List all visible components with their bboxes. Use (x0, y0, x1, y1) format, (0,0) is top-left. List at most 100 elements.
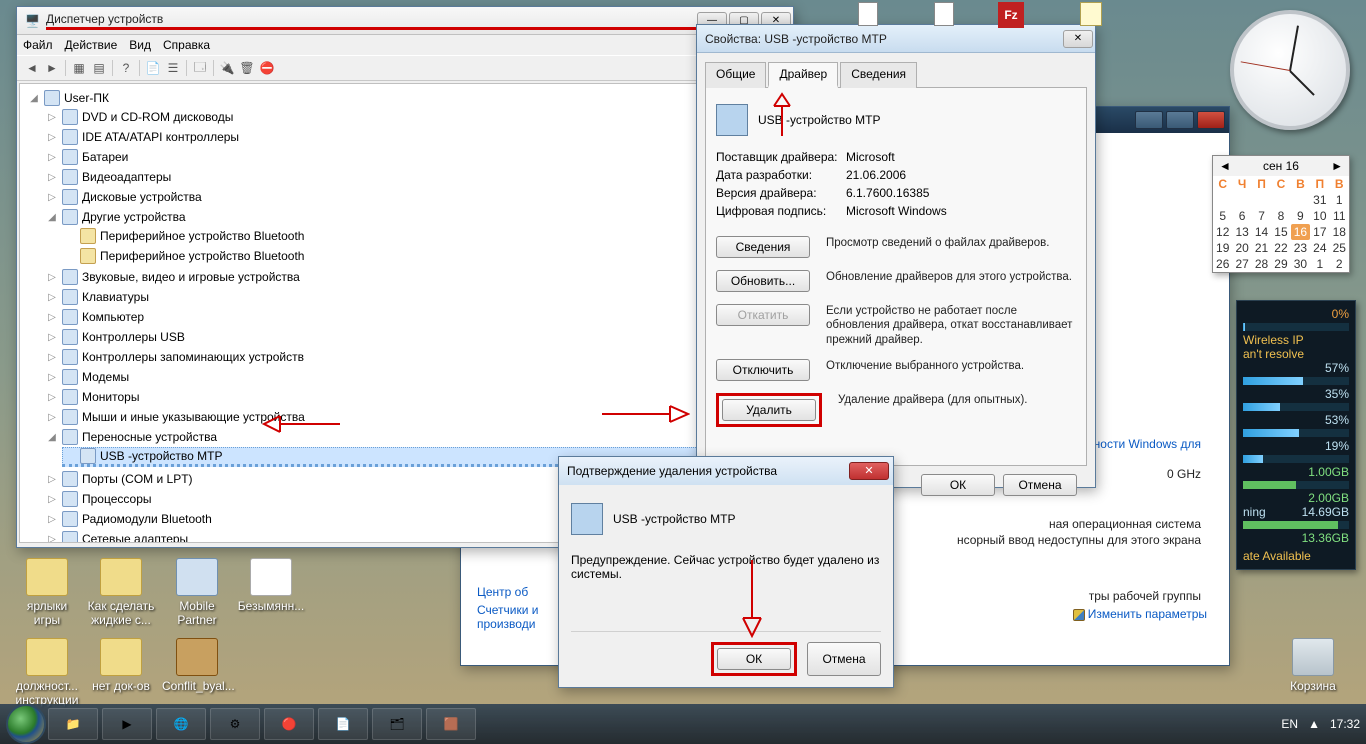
tray-flag[interactable]: ▲ (1308, 717, 1320, 731)
task-app5[interactable]: 🟫 (426, 708, 476, 740)
clock-gadget[interactable] (1230, 10, 1350, 130)
task-app2[interactable]: 🔴 (264, 708, 314, 740)
tree-item[interactable]: ▷Контроллеры USB (44, 328, 786, 346)
tree-item[interactable]: ▷Модемы (44, 368, 786, 386)
tree-item[interactable]: ▷DVD и CD-ROM дисководы (44, 108, 786, 126)
close-button[interactable]: ✕ (849, 462, 889, 480)
tree-item[interactable]: ▷Компьютер (44, 308, 786, 326)
back-icon[interactable]: ◄ (23, 59, 41, 77)
device-category-icon (62, 289, 78, 305)
update-available: ate Available (1243, 549, 1349, 563)
tree-item[interactable]: ◢Другие устройства (44, 208, 786, 226)
driver-details-button[interactable]: Сведения (716, 236, 810, 258)
desktop-file-icon[interactable] (858, 2, 878, 26)
cancel-button[interactable]: Отмена (1003, 474, 1077, 496)
disable-button[interactable]: Отключить (716, 359, 810, 381)
close-button[interactable] (1197, 111, 1225, 129)
device-icon (571, 503, 603, 535)
tree-item[interactable]: ▷Мониторы (44, 388, 786, 406)
device-icon (80, 448, 96, 464)
tab-general[interactable]: Общие (705, 62, 766, 88)
desktop-icon-nodocs[interactable]: нет док-ов (86, 638, 156, 693)
change-settings-link[interactable]: Изменить параметры (1073, 607, 1207, 621)
confirm-cancel-button[interactable]: Отмена (807, 642, 881, 676)
tree-item[interactable]: ◢Переносные устройства (44, 428, 786, 446)
devmgr-titlebar[interactable]: 🖥️ Диспетчер устройств — ▢ ✕ (17, 7, 793, 35)
desktop-icon-games[interactable]: ярлыки игры (12, 558, 82, 627)
rollback-desc: Если устройство не работает после обновл… (826, 304, 1076, 347)
tree-item[interactable]: ▷Батареи (44, 148, 786, 166)
device-category-icon (62, 209, 78, 225)
view-icon[interactable]: ▤ (90, 59, 108, 77)
update-center-link[interactable]: Центр об (477, 585, 528, 599)
tab-driver[interactable]: Драйвер (768, 62, 838, 88)
tree-item[interactable]: ▷Звуковые, видео и игровые устройства (44, 268, 786, 286)
scan-icon[interactable]: 🗔 (191, 59, 209, 77)
disable-icon[interactable]: ⛔ (258, 59, 276, 77)
menu-file[interactable]: Файл (23, 38, 53, 52)
device-category-icon (62, 531, 78, 543)
confirm-titlebar[interactable]: Подтверждение удаления устройства ✕ (559, 457, 893, 485)
properties-icon[interactable]: 📄 (144, 59, 162, 77)
help-icon[interactable]: ? (117, 59, 135, 77)
tree-item[interactable]: Периферийное устройство Bluetooth (62, 247, 786, 265)
device-category-icon (62, 491, 78, 507)
uninstall-icon[interactable]: 🗑 (238, 59, 256, 77)
system-monitor-gadget[interactable]: 0% Wireless IPan't resolve 57% 35% 53% 1… (1236, 300, 1356, 570)
cal-prev[interactable]: ◄ (1219, 159, 1231, 173)
props-title: Свойства: USB -устройство MTP (705, 32, 1063, 46)
tree-item[interactable]: ▷IDE ATA/ATAPI контроллеры (44, 128, 786, 146)
uninstall-button[interactable]: Удалить (722, 399, 816, 421)
notepad-icon[interactable] (1080, 2, 1102, 26)
cal-next[interactable]: ► (1331, 159, 1343, 173)
tree-item[interactable]: ▷Видеоадаптеры (44, 168, 786, 186)
close-button[interactable]: ✕ (1063, 30, 1093, 48)
calendar-gadget[interactable]: ◄сен 16► СЧПСВПВ311567891011121314151617… (1212, 155, 1350, 273)
system-tray[interactable]: EN ▲ 17:32 (1281, 717, 1360, 731)
maximize-button[interactable] (1166, 111, 1194, 129)
task-browser[interactable]: 🌐 (156, 708, 206, 740)
menu-help[interactable]: Справка (163, 38, 210, 52)
desktop-icon-jobs[interactable]: должност... инструкции (12, 638, 82, 707)
props-titlebar[interactable]: Свойства: USB -устройство MTP ✕ (697, 25, 1095, 53)
task-app[interactable]: ⚙ (210, 708, 260, 740)
tree-item[interactable]: ▷Мыши и иные указывающие устройства (44, 408, 786, 426)
tab-details[interactable]: Сведения (840, 62, 917, 88)
show-hidden-icon[interactable]: ▦ (70, 59, 88, 77)
perf-counters-link[interactable]: Счетчики ипроизводи (477, 603, 539, 631)
task-wmp[interactable]: ▶ (102, 708, 152, 740)
confirm-ok-button[interactable]: ОК (717, 648, 791, 670)
update-driver-icon[interactable]: 🔌 (218, 59, 236, 77)
update-desc: Обновление драйверов для этого устройств… (826, 270, 1076, 284)
desktop-icon-recycle[interactable]: Корзина (1278, 638, 1348, 693)
tree-item[interactable]: ▷Клавиатуры (44, 288, 786, 306)
rollback-driver-button[interactable]: Откатить (716, 304, 810, 326)
device-category-icon (62, 309, 78, 325)
ok-button[interactable]: ОК (921, 474, 995, 496)
menu-view[interactable]: Вид (129, 38, 151, 52)
minimize-button[interactable] (1135, 111, 1163, 129)
tree-item[interactable]: ▷Дисковые устройства (44, 188, 786, 206)
signer-label: Цифровая подпись: (716, 204, 846, 218)
app-icon (176, 558, 218, 596)
task-app3[interactable]: 📄 (318, 708, 368, 740)
desktop-icon-unnamed[interactable]: Безымянн... (236, 558, 306, 613)
tree-item[interactable]: ▷Контроллеры запоминающих устройств (44, 348, 786, 366)
tree-item[interactable]: Периферийное устройство Bluetooth (62, 227, 786, 245)
desktop-icon-conflit[interactable]: Conflit_byal... (162, 638, 232, 693)
tree-root[interactable]: ◢User-ПК (26, 89, 786, 107)
forward-icon[interactable]: ► (43, 59, 61, 77)
task-app4[interactable]: 🗂 (372, 708, 422, 740)
list-icon[interactable]: ☰ (164, 59, 182, 77)
desktop-icon-mobile[interactable]: Mobile Partner (162, 558, 232, 627)
task-explorer[interactable]: 📁 (48, 708, 98, 740)
windows-index-link[interactable]: ности Windows для (1094, 437, 1201, 451)
tray-time: 17:32 (1330, 717, 1360, 731)
menu-action[interactable]: Действие (65, 38, 118, 52)
desktop-file-icon[interactable] (934, 2, 954, 26)
desktop-icon-liquid[interactable]: Как сделать жидкие с... (86, 558, 156, 627)
update-driver-button[interactable]: Обновить... (716, 270, 810, 292)
start-button[interactable] (6, 704, 46, 744)
tray-lang[interactable]: EN (1281, 717, 1298, 731)
filezilla-icon[interactable]: Fz (998, 2, 1024, 28)
